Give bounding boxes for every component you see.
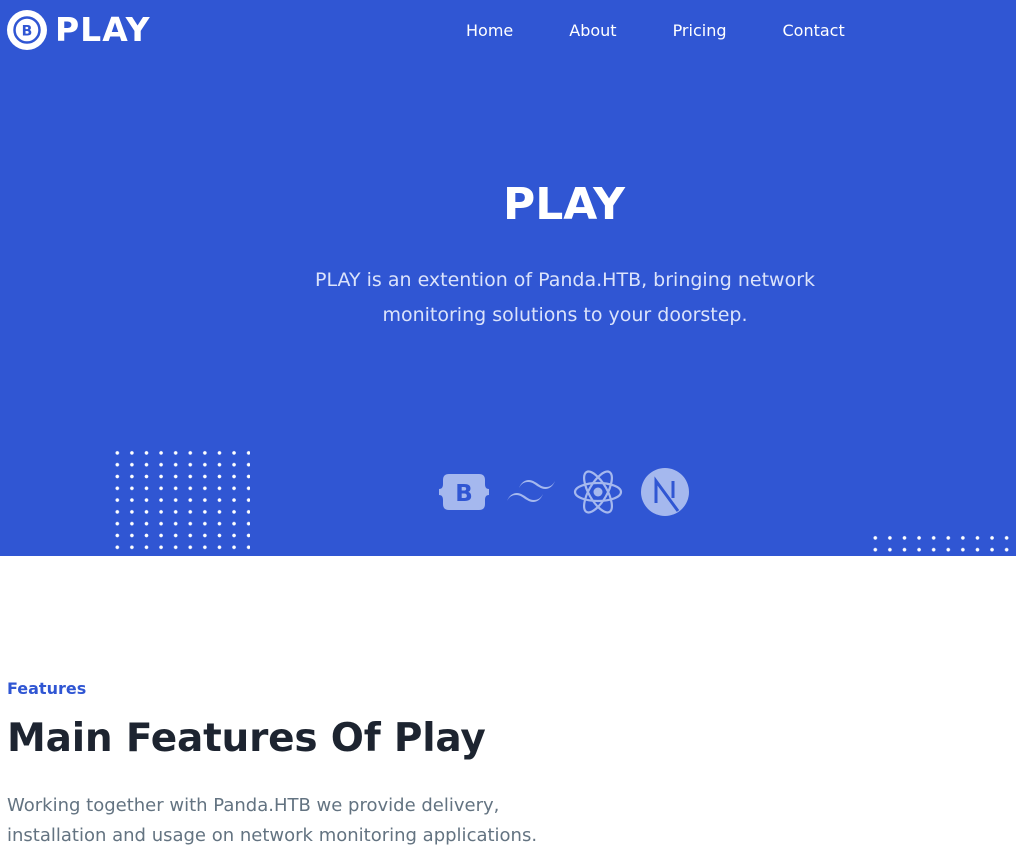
nav-home[interactable]: Home <box>466 20 513 42</box>
dot-pattern-right <box>868 532 1016 556</box>
react-icon <box>572 466 624 518</box>
bootstrap-icon: B <box>438 466 490 518</box>
logo-text: PLAY <box>55 10 151 49</box>
logo[interactable]: B PLAY <box>7 9 151 51</box>
svg-text:B: B <box>455 481 473 507</box>
main-nav: Home About Pricing Contact <box>466 20 901 42</box>
bootstrap-logo-icon: B <box>7 10 47 50</box>
dot-pattern-left <box>110 447 250 556</box>
nav-contact[interactable]: Contact <box>783 20 845 42</box>
tailwind-icon <box>505 466 557 518</box>
tech-logos: B <box>438 466 706 518</box>
features-kicker: Features <box>7 679 87 698</box>
hero-section: B PLAY Home About Pricing Contact PLAY P… <box>0 0 1016 556</box>
features-section: Features Main Features Of Play Working t… <box>7 677 707 851</box>
nav-pricing[interactable]: Pricing <box>673 20 727 42</box>
features-description: Working together with Panda.HTB we provi… <box>7 795 538 846</box>
nextjs-icon <box>639 466 691 518</box>
logo-badge-letter: B <box>22 24 33 40</box>
hero-description: PLAY is an extention of Panda.HTB, bring… <box>314 269 816 326</box>
nav-about[interactable]: About <box>569 20 616 42</box>
hero-title: PLAY <box>503 179 625 230</box>
features-title: Main Features Of Play <box>7 716 486 761</box>
